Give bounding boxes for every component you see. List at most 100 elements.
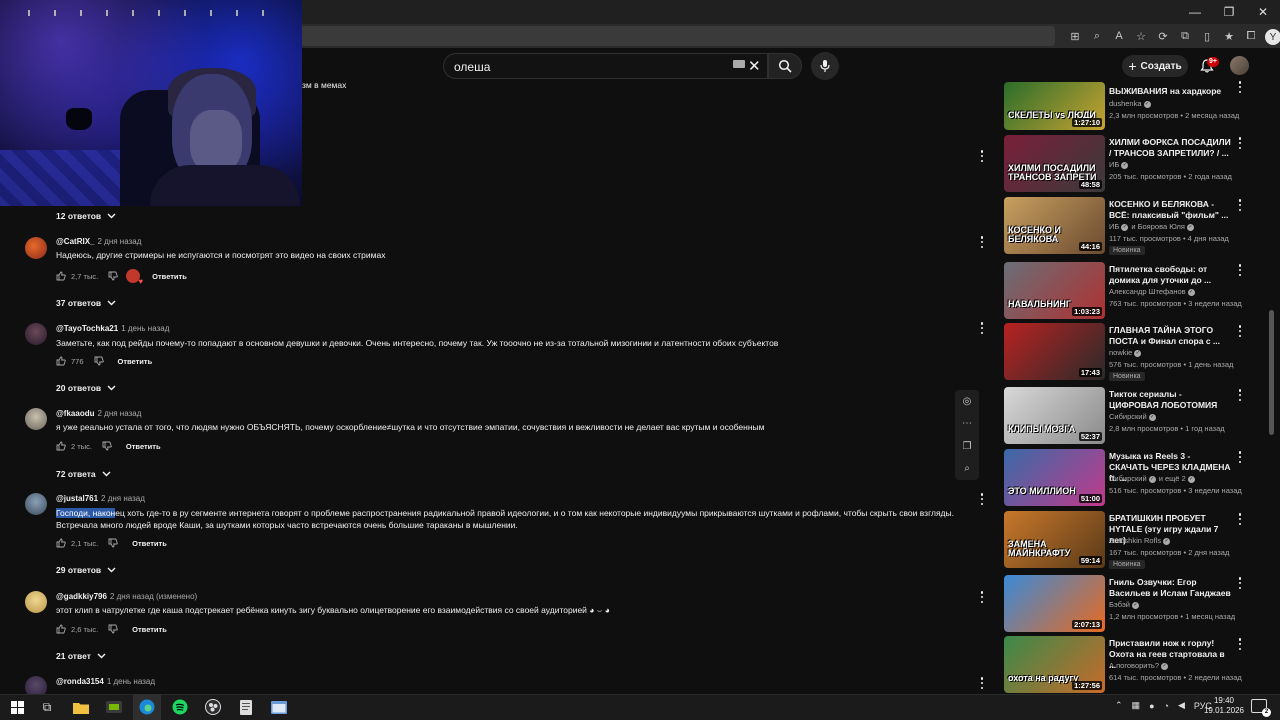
video-channel[interactable]: Bratishkin Rofls ✓ [1109,536,1171,545]
video-title[interactable]: Гниль Озвучки: Егор Васильев и Ислам Ган… [1109,577,1231,599]
dislike-icon[interactable] [108,271,118,281]
replies-toggle[interactable]: 20 ответов [56,383,116,393]
favorites-icon[interactable]: ★ [1220,26,1238,46]
comment-menu-icon[interactable] [980,493,984,505]
app-available-icon[interactable]: ⊞ [1066,26,1084,46]
comment-author[interactable]: @fkaaodu [56,409,94,418]
task-view-icon[interactable]: ⧉ [38,698,56,716]
window-app-icon[interactable] [270,698,288,716]
comment-time[interactable]: 2 дня назад (изменено) [110,592,197,601]
scrollbar-thumb[interactable] [1269,310,1274,435]
comment-author[interactable]: @CatRIX_ [56,237,94,246]
keyboard-icon[interactable] [733,60,745,68]
comment-time[interactable]: 2 дня назад [101,494,145,503]
video-thumbnail[interactable]: КЛИПЫ МОЗГА 52:37 [1004,387,1105,444]
taskbar-clock[interactable]: 19:40 19.01.2026 [1198,696,1250,716]
video-channel[interactable]: nowkie ✓ [1109,348,1142,357]
comment-time[interactable]: 1 день назад [121,324,169,333]
address-field[interactable] [300,26,1055,46]
spotify-icon[interactable] [171,698,189,716]
comment-avatar[interactable] [25,237,47,259]
split-screen-icon[interactable]: ▯ [1198,26,1216,46]
replies-toggle[interactable]: 29 ответов [56,565,116,575]
video-thumbnail[interactable]: 2:07:13 [1004,575,1105,632]
profile-icon[interactable]: Y [1264,26,1280,46]
reply-button[interactable]: Ответить [132,625,167,634]
file-explorer-icon[interactable] [72,698,90,716]
video-title[interactable]: ВЫЖИВАНИЯ на хардкоре [1109,86,1231,97]
edge-browser-icon[interactable] [138,698,156,716]
replies-toggle[interactable]: 12 ответов [56,211,116,221]
comment-author[interactable]: @ronda3154 [56,677,104,686]
video-channel[interactable]: Бэбэй ✓ [1109,600,1139,609]
windows-start-icon[interactable] [8,698,26,716]
more-icon[interactable]: ⋯ [962,418,972,429]
video-channel[interactable]: Сибирский ✓ [1109,412,1156,421]
comment-author[interactable]: @justal761 [56,494,98,503]
collections-icon[interactable]: ⧠ [1242,26,1260,46]
reply-button[interactable]: Ответить [132,539,167,548]
video-channel[interactable]: Сибирский ✓ и ещё 2 ✓ [1109,474,1195,483]
video-menu-icon[interactable] [1238,264,1242,276]
microphone-tray-icon[interactable]: ● [1149,701,1154,711]
reply-button[interactable]: Ответить [126,442,161,451]
like-icon[interactable] [56,538,66,548]
create-button[interactable]: + Создать [1122,55,1188,77]
read-aloud-icon[interactable]: A [1110,26,1128,46]
comment-avatar[interactable] [25,493,47,515]
comment-time[interactable]: 2 дня назад [97,237,141,246]
replies-toggle[interactable]: 37 ответов [56,298,116,308]
comment-avatar[interactable] [25,408,47,430]
extensions-icon[interactable]: ⧉ [1176,26,1194,46]
restore-button[interactable]: ❐ [1212,0,1246,24]
video-channel[interactable]: А поговорить? ✓ [1109,661,1169,670]
obs-icon[interactable] [204,698,222,716]
like-icon[interactable] [56,624,66,634]
video-title[interactable]: Тикток сериалы - ЦИФРОВАЯ ЛОБОТОМИЯ [1109,389,1231,411]
dislike-icon[interactable] [108,624,118,634]
video-title[interactable]: ХИЛМИ ФОРКСА ПОСАДИЛИ / ТРАНСОВ ЗАПРЕТИЛ… [1109,137,1231,159]
search-input[interactable] [443,53,768,79]
video-menu-icon[interactable] [1238,325,1242,337]
tray-chevron-icon[interactable]: ⌃ [1115,700,1123,711]
comment-menu-icon[interactable] [980,150,984,162]
dislike-icon[interactable] [108,538,118,548]
copy-icon[interactable]: ❐ [963,441,972,452]
reply-button[interactable]: Ответить [152,272,187,281]
comment-menu-icon[interactable] [980,322,984,334]
video-menu-icon[interactable] [1238,513,1242,525]
comment-avatar[interactable] [25,591,47,613]
refresh-icon[interactable]: ⟳ [1154,26,1172,46]
hide-icon[interactable]: ◎ [963,396,972,407]
video-channel[interactable]: ИБ ✓ [1109,160,1129,169]
comment-menu-icon[interactable] [980,236,984,248]
video-menu-icon[interactable] [1238,451,1242,463]
like-icon[interactable] [56,356,66,366]
like-icon[interactable] [56,271,66,281]
user-avatar[interactable] [1230,56,1249,75]
replies-toggle[interactable]: 21 ответ [56,651,106,661]
search-selection-icon[interactable]: ⌕ [964,463,970,474]
wifi-icon[interactable]: ◔ [1164,701,1169,711]
comment-author[interactable]: @TayoTochka21 [56,324,118,333]
video-thumbnail[interactable]: ХИЛМИ ПОСАДИЛИ ТРАНСОВ ЗАПРЕТИ 48:58 [1004,135,1105,192]
video-menu-icon[interactable] [1238,81,1242,93]
video-menu-icon[interactable] [1238,199,1242,211]
comment-time[interactable]: 2 дня назад [97,409,141,418]
video-thumbnail[interactable]: ЭТО МИЛЛИОН 51:00 [1004,449,1105,506]
favorite-star-icon[interactable]: ☆ [1132,26,1150,46]
video-channel[interactable]: dushenka ✓ [1109,99,1151,108]
comment-author[interactable]: @gadkkiy796 [56,592,107,601]
comment-time[interactable]: 1 день назад [107,677,155,686]
video-menu-icon[interactable] [1238,137,1242,149]
comment-menu-icon[interactable] [980,677,984,689]
video-thumbnail[interactable]: охота на радугу 1:27:56 [1004,636,1105,693]
comment-avatar[interactable] [25,323,47,345]
search-button[interactable] [768,53,802,79]
minimize-button[interactable]: — [1178,0,1212,24]
network-icon[interactable]: ▦ [1132,700,1141,711]
reply-button[interactable]: Ответить [118,357,153,366]
video-title[interactable]: КОСЕНКО И БЕЛЯКОВА - ВСЁ: плаксивый "фил… [1109,199,1231,221]
video-title[interactable]: ГЛАВНАЯ ТАЙНА ЭТОГО ПОСТА и Финал спора … [1109,325,1231,347]
video-menu-icon[interactable] [1238,638,1242,650]
